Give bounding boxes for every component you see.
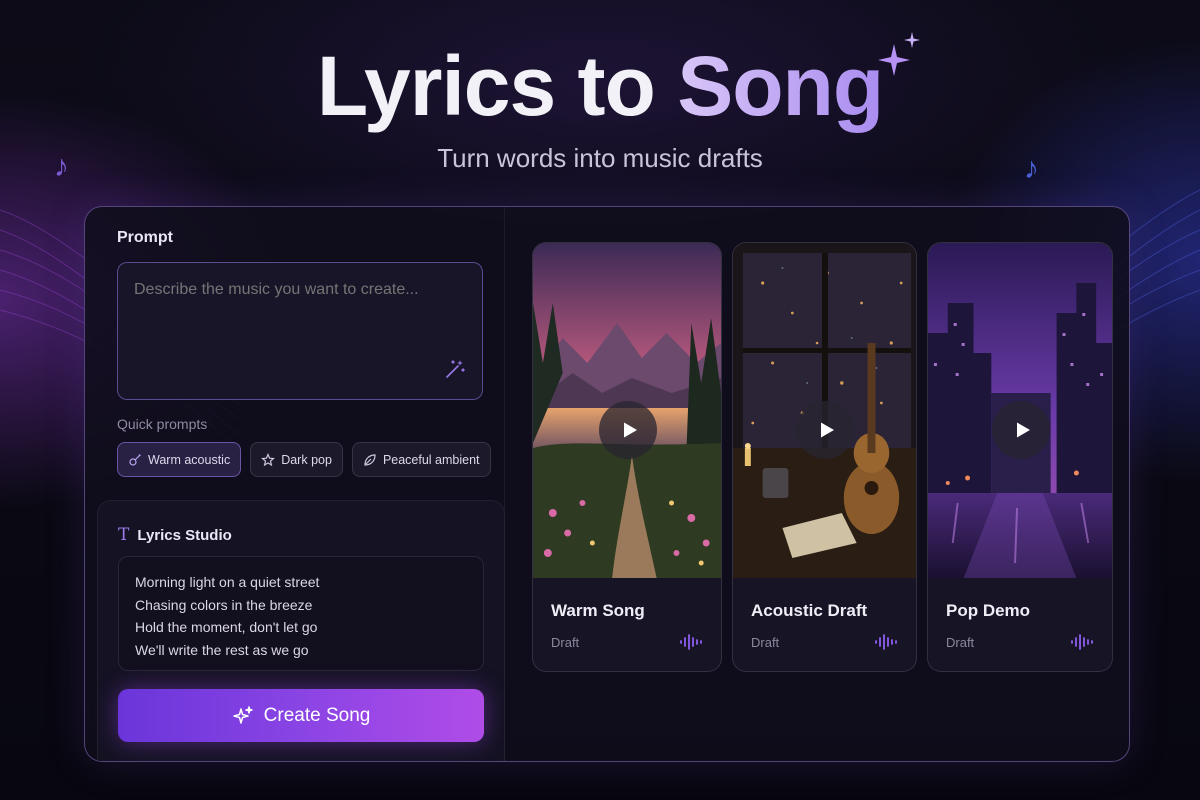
- play-button[interactable]: [599, 401, 657, 459]
- sparkle-icon: [232, 705, 253, 724]
- prompt-label: Prompt: [117, 229, 173, 246]
- play-button[interactable]: [796, 401, 854, 459]
- lyrics-editor[interactable]: Morning light on a quiet street Chasing …: [118, 556, 484, 671]
- leaf-icon: [364, 453, 376, 466]
- card-title: Warm Song: [551, 601, 645, 620]
- card-status: Draft: [551, 635, 580, 650]
- sparkle-icon: [878, 32, 920, 76]
- hero-title-part2: Song: [677, 39, 884, 133]
- music-note-icon: ♪: [54, 150, 69, 183]
- prompt-column: Prompt Quick prompts Warm acoustic Dark …: [85, 207, 505, 761]
- main-panel: Prompt Quick prompts Warm acoustic Dark …: [84, 206, 1130, 762]
- chip-label: Peaceful ambient: [382, 452, 480, 467]
- prompt-input[interactable]: [117, 262, 483, 400]
- play-icon: [820, 422, 834, 438]
- magic-wand-icon[interactable]: [443, 357, 467, 381]
- chip-label: Dark pop: [281, 452, 332, 467]
- lyrics-studio: T Lyrics Studio Morning light on a quiet…: [97, 500, 505, 761]
- create-song-label: Create Song: [263, 704, 371, 726]
- quick-prompt-chips: Warm acoustic Dark pop Peaceful ambient: [117, 442, 491, 477]
- play-icon: [1016, 422, 1030, 438]
- lyric-line: Chasing colors in the breeze: [135, 596, 313, 613]
- hero-title-part1: Lyrics to: [316, 39, 656, 133]
- create-song-button[interactable]: Create Song: [118, 689, 484, 742]
- text-icon: T: [118, 525, 130, 545]
- chip-label: Warm acoustic: [148, 452, 231, 467]
- card-title: Pop Demo: [946, 601, 1031, 620]
- play-button[interactable]: [992, 401, 1050, 459]
- music-note-icon: ♪: [1024, 152, 1039, 185]
- star-icon: [261, 452, 276, 466]
- guitar-icon: [129, 453, 141, 466]
- hero-title: Lyrics to Song: [0, 38, 1200, 135]
- quick-prompts-label: Quick prompts: [117, 416, 208, 432]
- hero-subtitle: Turn words into music drafts: [437, 143, 763, 173]
- lyrics-studio-title: Lyrics Studio: [137, 526, 232, 544]
- chip-dark-pop[interactable]: Dark pop: [250, 442, 343, 477]
- song-card-acoustic-draft[interactable]: Acoustic Draft Draft: [732, 242, 917, 672]
- song-card-warm-song[interactable]: Warm Song Draft: [532, 242, 722, 672]
- chip-warm-acoustic[interactable]: Warm acoustic: [117, 442, 242, 477]
- card-status: Draft: [946, 635, 975, 650]
- card-title: Acoustic Draft: [751, 601, 868, 620]
- waveform-icon: [680, 634, 702, 650]
- waveform-icon: [875, 634, 897, 650]
- lyric-line: Morning light on a quiet street: [135, 574, 320, 590]
- lyric-line: We'll write the rest as we go: [135, 641, 309, 658]
- song-card-pop-demo[interactable]: Pop Demo Draft: [927, 242, 1113, 672]
- chip-peaceful-ambient[interactable]: Peaceful ambient: [351, 442, 491, 477]
- lyric-line: Hold the moment, don't let go: [135, 619, 318, 635]
- waveform-icon: [1071, 634, 1093, 650]
- card-status: Draft: [751, 635, 780, 650]
- play-icon: [623, 422, 637, 438]
